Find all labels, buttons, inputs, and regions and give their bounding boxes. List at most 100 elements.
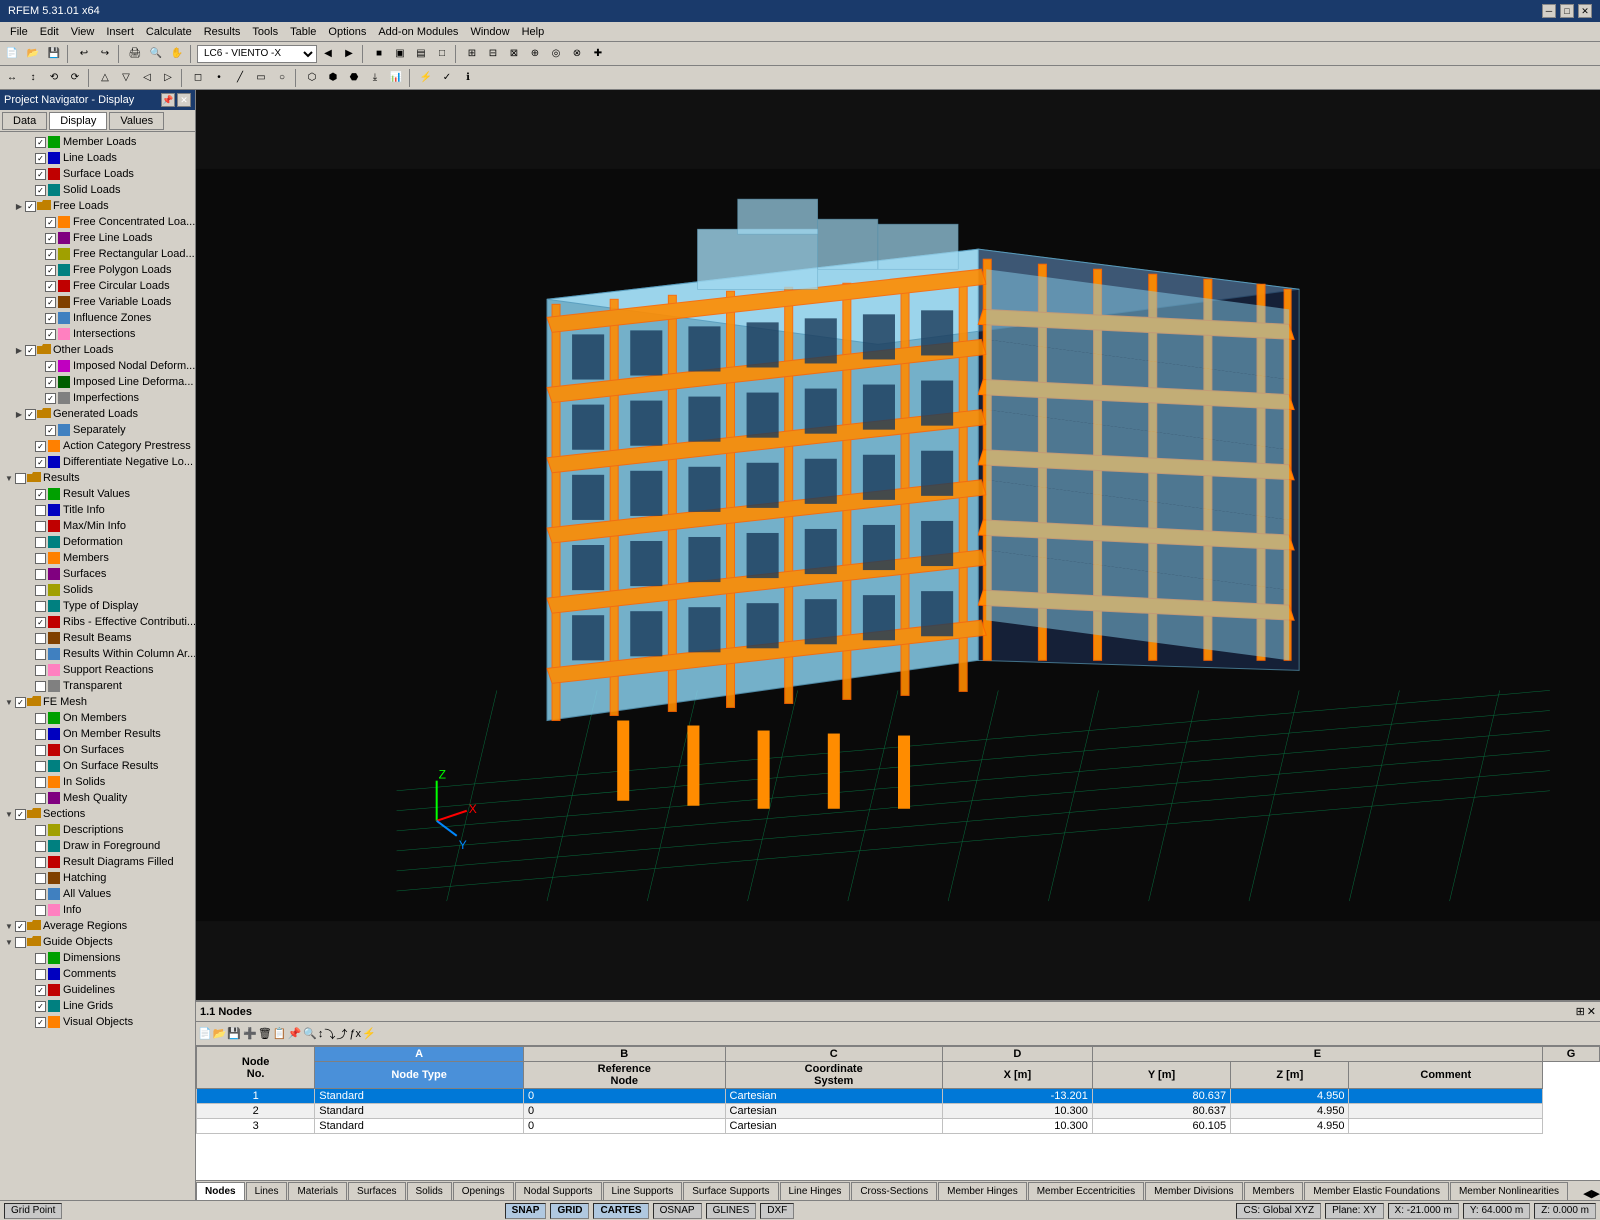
tree-item-draw-foreground[interactable]: Draw in Foreground [0, 838, 195, 854]
menu-edit[interactable]: Edit [34, 24, 65, 40]
tb2-6[interactable]: ▽ [116, 68, 136, 88]
tb2-5[interactable]: △ [95, 68, 115, 88]
cell-6[interactable]: 4.950 [1231, 1089, 1349, 1104]
cell-0[interactable]: 1 [197, 1089, 315, 1104]
menu-results[interactable]: Results [198, 24, 247, 40]
tree-item-surface-loads[interactable]: Surface Loads [0, 166, 195, 182]
tree-checkbox[interactable] [45, 281, 56, 292]
tree-item-sections[interactable]: ▼Sections [0, 806, 195, 822]
tab-data[interactable]: Data [2, 112, 47, 130]
tree-item-free-polygon[interactable]: Free Polygon Loads [0, 262, 195, 278]
tree-checkbox[interactable] [45, 329, 56, 340]
expand-icon[interactable] [24, 777, 34, 787]
tree-checkbox[interactable] [25, 409, 36, 420]
tb-pan[interactable]: ✋ [167, 44, 187, 64]
tree-checkbox[interactable] [35, 841, 46, 852]
dp-tb-filter[interactable]: 🔍 [303, 1027, 317, 1040]
tree-checkbox[interactable] [35, 153, 46, 164]
tree-checkbox[interactable] [35, 585, 46, 596]
menu-file[interactable]: File [4, 24, 34, 40]
tree-checkbox[interactable] [35, 617, 46, 628]
tb-snap-2[interactable]: ◎ [546, 44, 566, 64]
data-panel-float[interactable]: ⊞ [1576, 1005, 1585, 1018]
expand-icon[interactable]: ▶ [14, 201, 24, 211]
tree-checkbox[interactable] [35, 649, 46, 660]
cell-0[interactable]: 2 [197, 1104, 315, 1119]
dp-tb-add[interactable]: ➕ [243, 1027, 257, 1040]
tree-item-influence-zones[interactable]: Influence Zones [0, 310, 195, 326]
tree-checkbox[interactable] [45, 249, 56, 260]
tree-checkbox[interactable] [35, 985, 46, 996]
status-glines[interactable]: GLINES [706, 1203, 757, 1219]
tree-checkbox[interactable] [35, 873, 46, 884]
tab-prev[interactable]: ◀ [1583, 1187, 1591, 1200]
expand-icon[interactable] [24, 793, 34, 803]
tb-open[interactable]: 📂 [23, 44, 43, 64]
expand-icon[interactable]: ▼ [4, 473, 14, 483]
tree-item-members[interactable]: Members [0, 550, 195, 566]
tree-item-imposed-nodal[interactable]: Imposed Nodal Deform... [0, 358, 195, 374]
dp-tb-save[interactable]: 💾 [227, 1027, 241, 1040]
cell-7[interactable] [1349, 1089, 1543, 1104]
tab-next[interactable]: ▶ [1592, 1187, 1600, 1200]
cell-2[interactable]: 0 [524, 1119, 726, 1134]
tree-item-average-regions[interactable]: ▼Average Regions [0, 918, 195, 934]
tree-item-intersections[interactable]: Intersections [0, 326, 195, 342]
tb-next-lc[interactable]: ▶ [339, 44, 359, 64]
tb2-3[interactable]: ⟲ [44, 68, 64, 88]
tb-new[interactable]: 📄 [2, 44, 22, 64]
cell-4[interactable]: 10.300 [942, 1104, 1092, 1119]
tree-checkbox[interactable] [45, 297, 56, 308]
tree-item-transparent[interactable]: Transparent [0, 678, 195, 694]
table-row[interactable]: 1Standard0Cartesian-13.20180.6374.950 [197, 1089, 1600, 1104]
tab-display[interactable]: Display [49, 112, 107, 130]
expand-icon[interactable] [24, 713, 34, 723]
tb2-check[interactable]: ✓ [437, 68, 457, 88]
tree-checkbox[interactable] [25, 201, 36, 212]
cell-3[interactable]: Cartesian [725, 1119, 942, 1134]
cell-7[interactable] [1349, 1104, 1543, 1119]
bottom-tab-cross-sections[interactable]: Cross-Sections [851, 1182, 937, 1200]
tree-checkbox[interactable] [35, 793, 46, 804]
tree-checkbox[interactable] [35, 889, 46, 900]
tree-item-mesh-quality[interactable]: Mesh Quality [0, 790, 195, 806]
cell-3[interactable]: Cartesian [725, 1089, 942, 1104]
tree-checkbox[interactable] [35, 857, 46, 868]
bottom-tab-surface-supports[interactable]: Surface Supports [683, 1182, 778, 1200]
tree-checkbox[interactable] [35, 169, 46, 180]
tree-item-comments[interactable]: Comments [0, 966, 195, 982]
tree-item-free-rectangular[interactable]: Free Rectangular Load... [0, 246, 195, 262]
expand-icon[interactable] [24, 441, 34, 451]
bottom-tab-lines[interactable]: Lines [246, 1182, 288, 1200]
tb2-nodes[interactable]: ⬡ [302, 68, 322, 88]
menu-window[interactable]: Window [464, 24, 515, 40]
tree-item-on-member-results[interactable]: On Member Results [0, 726, 195, 742]
expand-icon[interactable] [34, 361, 44, 371]
bottom-tab-member-eccentricities[interactable]: Member Eccentricities [1028, 1182, 1144, 1200]
tree-item-result-values[interactable]: Result Values [0, 486, 195, 502]
tb-redo[interactable]: ↪ [95, 44, 115, 64]
expand-icon[interactable] [24, 1017, 34, 1027]
expand-icon[interactable] [24, 873, 34, 883]
tb2-calc[interactable]: ⚡ [416, 68, 436, 88]
tb2-rect[interactable]: ▭ [251, 68, 271, 88]
tree-checkbox[interactable] [35, 505, 46, 516]
tb-snap-1[interactable]: ⊕ [525, 44, 545, 64]
table-row[interactable]: 2Standard0Cartesian10.30080.6374.950 [197, 1104, 1600, 1119]
expand-icon[interactable] [24, 505, 34, 515]
bottom-tab-materials[interactable]: Materials [288, 1182, 347, 1200]
tree-item-info[interactable]: Info [0, 902, 195, 918]
expand-icon[interactable] [24, 137, 34, 147]
tree-item-visual-objects[interactable]: Visual Objects [0, 1014, 195, 1030]
tree-item-action-category[interactable]: Action Category Prestress [0, 438, 195, 454]
tree-item-max-min-info[interactable]: Max/Min Info [0, 518, 195, 534]
expand-icon[interactable] [24, 761, 34, 771]
bottom-tab-nodes[interactable]: Nodes [196, 1182, 245, 1200]
bottom-tab-member-elastic-foundations[interactable]: Member Elastic Foundations [1304, 1182, 1449, 1200]
dp-tb-open[interactable]: 📂 [213, 1027, 227, 1040]
expand-icon[interactable] [24, 169, 34, 179]
tree-checkbox[interactable] [35, 185, 46, 196]
expand-icon[interactable]: ▼ [4, 697, 14, 707]
status-osnap[interactable]: OSNAP [653, 1203, 702, 1219]
tree-item-free-circular[interactable]: Free Circular Loads [0, 278, 195, 294]
